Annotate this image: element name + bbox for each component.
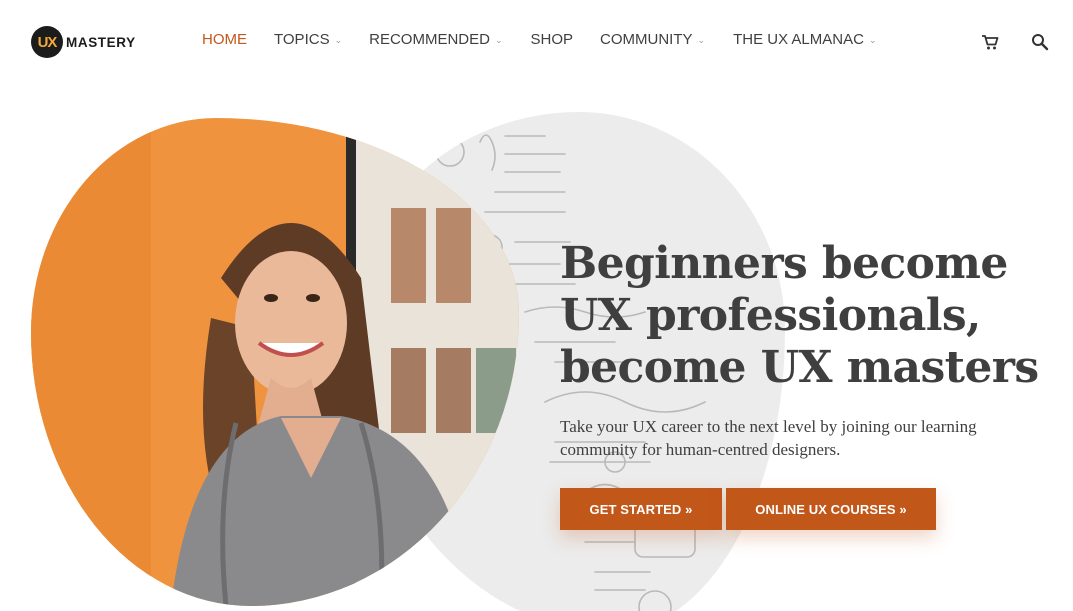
nav-ux-almanac[interactable]: THE UX ALMANAC ⌄ [733,31,876,48]
headline-line-2: UX professionals, [560,290,981,341]
nav-shop[interactable]: SHOP [531,31,574,48]
headline-line-1: Beginners become [560,238,1008,289]
get-started-button[interactable]: GET STARTED » [560,488,722,530]
online-ux-courses-label: ONLINE UX COURSES » [755,501,907,517]
hero-headline: Beginners become UX professionals, becom… [560,238,1060,394]
nav-topics[interactable]: TOPICS ⌄ [274,31,342,48]
nav-recommended-label: RECOMMENDED [369,31,490,48]
nav-shop-label: SHOP [530,31,574,48]
chevron-down-icon: ⌄ [868,35,877,45]
cart-icon[interactable] [980,32,1000,52]
hero-subtext: Take your UX career to the next level by… [560,417,977,459]
get-started-label: GET STARTED » [589,501,693,517]
main-nav: HOME TOPICS ⌄ RECOMMENDED ⌄ SHOP COMMUNI… [202,31,877,48]
nav-home-label: HOME [202,31,247,48]
chevron-down-icon: ⌄ [334,35,343,45]
nav-community-label: COMMUNITY [600,31,693,48]
nav-ux-almanac-label: THE UX ALMANAC [733,31,864,48]
nav-home[interactable]: HOME [202,31,247,48]
site-logo[interactable]: UX MASTERY [31,26,136,58]
chevron-down-icon: ⌄ [494,35,503,45]
headline-line-3: become UX masters [560,342,1039,393]
nav-topics-label: TOPICS [274,31,330,48]
logo-text: MASTERY [66,34,136,50]
site-header: UX MASTERY HOME TOPICS ⌄ RECOMMENDED ⌄ S… [0,0,1073,82]
chevron-down-icon: ⌄ [697,35,706,45]
nav-recommended[interactable]: RECOMMENDED ⌄ [369,31,502,48]
online-ux-courses-button[interactable]: ONLINE UX COURSES » [726,488,936,530]
logo-badge: UX [31,26,63,58]
nav-community[interactable]: COMMUNITY ⌄ [600,31,705,48]
search-icon[interactable] [1030,32,1050,52]
